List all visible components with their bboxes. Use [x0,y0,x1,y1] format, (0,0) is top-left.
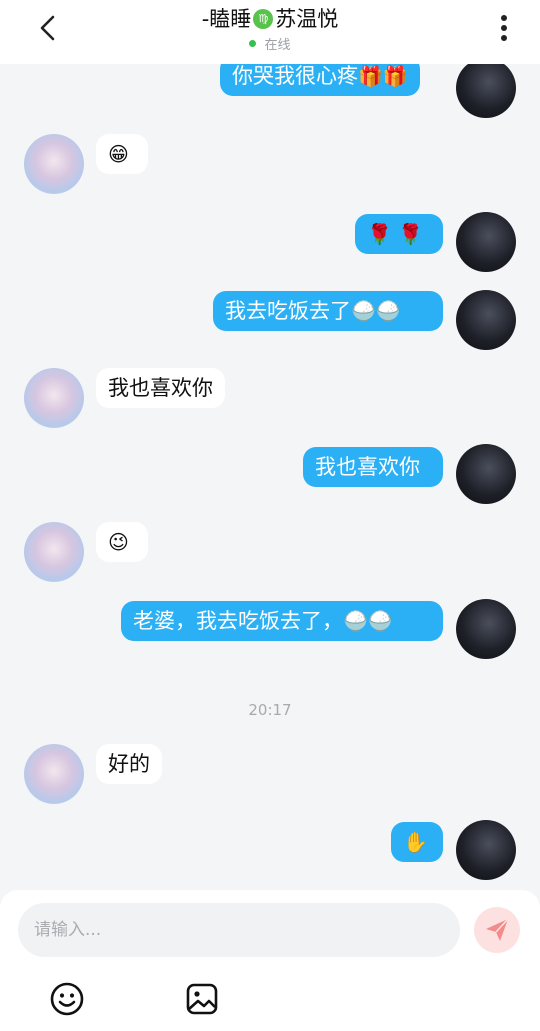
message-text: 你哭我很心疼 [232,64,358,88]
raised-hand-emoji: ✋ [403,830,428,854]
message-bubble-incoming[interactable]: 😉 [96,522,148,562]
send-button[interactable] [474,907,520,953]
message-list[interactable]: 你哭我很心疼🎁🎁 😁 🌹 🌹 我去吃饭去了🍚🍚 我也喜欢你 我也喜欢你 😉 老婆… [0,64,540,890]
contact-avatar[interactable] [24,134,84,194]
message-timestamp: 20:17 [248,701,292,719]
contact-avatar[interactable] [24,522,84,582]
online-status: 在线 [0,34,540,53]
send-icon [486,918,509,941]
wink-emoji: 😉 [108,530,129,554]
more-vertical-icon [501,15,507,41]
my-avatar[interactable] [456,599,516,659]
message-bubble-outgoing[interactable]: 你哭我很心疼🎁🎁 [220,64,420,96]
message-bubble-outgoing[interactable]: 我也喜欢你 [303,447,443,487]
message-text: 我也喜欢你 [108,376,213,400]
image-icon [186,983,218,1015]
emoji-icon [50,982,84,1016]
my-avatar[interactable] [456,444,516,504]
message-bubble-outgoing[interactable]: 我去吃饭去了🍚🍚 [213,291,443,331]
message-text: 我也喜欢你 [315,455,420,479]
message-bubble-outgoing[interactable]: ✋ [391,822,443,862]
contact-avatar[interactable] [24,368,84,428]
message-text: 我去吃饭去了 [225,299,351,323]
chat-title-area: -瞌睡 ♍ 苏温悦 在线 [0,6,540,53]
emoji-button[interactable] [48,980,86,1018]
rose-emoji: 🌹 🌹 [367,222,424,246]
rice-emoji: 🍚🍚 [343,609,393,633]
contact-name-suffix: 苏温悦 [275,7,339,31]
contact-name[interactable]: -瞌睡 ♍ 苏温悦 [202,6,339,32]
input-panel [0,890,540,1031]
message-bubble-incoming[interactable]: 好的 [96,744,162,784]
gift-emoji: 🎁🎁 [358,64,408,88]
message-bubble-outgoing[interactable]: 老婆，我去吃饭去了，🍚🍚 [121,601,443,641]
rice-emoji: 🍚🍚 [351,299,401,323]
message-bubble-incoming[interactable]: 😁 [96,134,148,174]
virgo-badge-icon: ♍ [253,9,274,29]
more-button[interactable] [486,10,522,46]
my-avatar[interactable] [456,820,516,880]
contact-name-prefix: -瞌睡 [201,7,252,31]
grin-emoji: 😁 [108,142,129,166]
my-avatar[interactable] [456,64,516,118]
contact-avatar[interactable] [24,744,84,804]
status-text: 在线 [264,38,291,53]
image-button[interactable] [183,980,221,1018]
online-dot-icon [249,40,257,47]
message-input[interactable] [18,903,460,957]
chat-header: -瞌睡 ♍ 苏温悦 在线 [0,0,540,64]
my-avatar[interactable] [456,212,516,272]
message-bubble-outgoing[interactable]: 🌹 🌹 [355,214,443,254]
message-text: 老婆，我去吃饭去了， [133,609,343,633]
message-bubble-incoming[interactable]: 我也喜欢你 [96,368,225,408]
my-avatar[interactable] [456,290,516,350]
message-text: 好的 [108,752,150,776]
